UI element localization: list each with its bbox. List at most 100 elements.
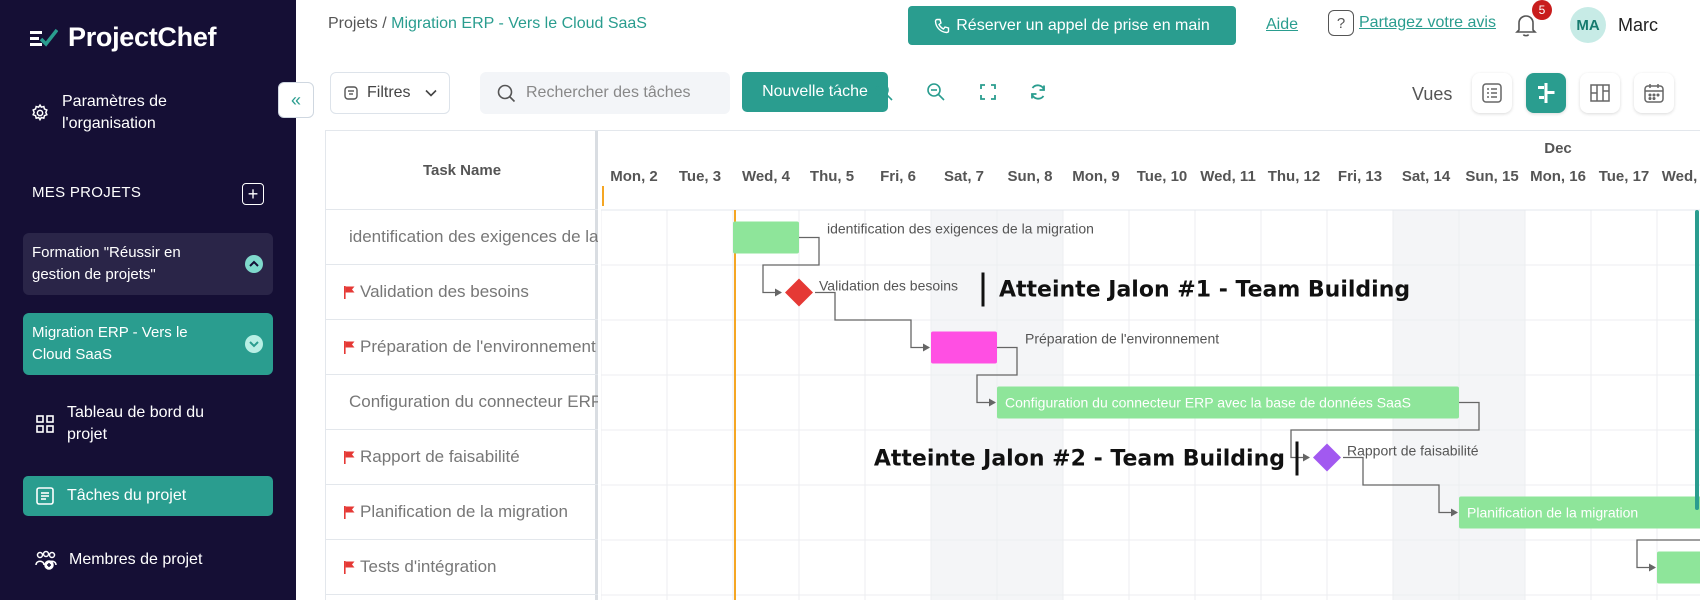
top-header: Projets / Migration ERP - Vers le Cloud … [296, 0, 1700, 55]
add-project-button[interactable]: + [242, 183, 264, 205]
question-bubble-icon: ? [1328, 10, 1354, 36]
gantt-icon [1538, 83, 1555, 103]
logo-text: ProjectChef [68, 22, 217, 52]
day-label: Sun, 15 [1465, 168, 1518, 185]
board-view-button[interactable] [1580, 73, 1620, 113]
logo-icon [30, 28, 58, 47]
day-label: Tue, 17 [1599, 168, 1650, 185]
feedback-label: Partagez votre avis [1359, 14, 1496, 31]
gear-icon [32, 103, 48, 122]
task-name: Configuration du connecteur ERP avec la … [349, 392, 598, 411]
gantt-view-button[interactable] [1526, 73, 1566, 113]
day-label: Sun, 8 [1007, 168, 1052, 185]
breadcrumb-current[interactable]: Migration ERP - Vers le Cloud SaaS [391, 15, 647, 32]
task-list-icon [36, 487, 54, 505]
task-name: Planification de la migration [360, 502, 568, 521]
day-label: Thu, 12 [1268, 168, 1321, 185]
task-name-column-header[interactable]: Task Name [326, 131, 598, 210]
task-name: Rapport de faisabilité [360, 447, 520, 466]
list-icon [1482, 83, 1502, 103]
task-row[interactable]: Préparation de l'environnement [326, 320, 598, 375]
project-card-formation[interactable]: Formation "Réussir en gestion de projets… [23, 233, 273, 295]
nav-label: Tableau de bord du projet [67, 404, 204, 443]
flag-icon [344, 285, 355, 299]
book-onboarding-call-button[interactable]: Réserver un appel de prise en main [908, 6, 1236, 45]
board-icon [1590, 84, 1610, 102]
day-label: Wed, 4 [742, 168, 791, 185]
breadcrumb: Projets / Migration ERP - Vers le Cloud … [328, 15, 647, 33]
nav-project-tasks[interactable]: Tâches du projet [23, 476, 273, 516]
day-label: Sat, 7 [944, 168, 984, 185]
flag-icon [344, 560, 355, 574]
milestone-diamond[interactable] [785, 278, 813, 307]
search-icon [497, 84, 516, 103]
day-label: Tue, 10 [1137, 168, 1188, 185]
collapse-all-icon[interactable] [824, 80, 848, 104]
breadcrumb-root[interactable]: Projets [328, 15, 378, 32]
day-label: Mon, 16 [1530, 168, 1586, 185]
day-label: Wed, 18 [1662, 168, 1700, 185]
zoom-in-icon[interactable] [872, 80, 896, 104]
task-row[interactable]: Validation des besoins [326, 265, 598, 320]
task-name: Tests d'intégration [360, 557, 497, 576]
phone-icon [935, 18, 950, 33]
search-input[interactable] [526, 84, 716, 102]
task-bar-label: Préparation de l'environnement [1025, 331, 1219, 347]
list-view-button[interactable] [1472, 73, 1512, 113]
nav-label: Membres de projet [69, 551, 203, 568]
chevron-down-icon[interactable] [245, 335, 263, 353]
project-title: Migration ERP - Vers le Cloud SaaS [32, 324, 188, 363]
project-card-migration[interactable]: Migration ERP - Vers le Cloud SaaS [23, 313, 273, 375]
dependency-arrow [1649, 563, 1656, 572]
day-label: Mon, 9 [1072, 168, 1120, 185]
fit-to-screen-icon[interactable] [976, 80, 1000, 104]
gantt-toolbar: Filtres Nouvelle tâche Vues [296, 55, 1700, 130]
task-grid: Task Name identification des exigences d… [326, 131, 598, 600]
task-row[interactable]: identification des exigences de la migra… [326, 210, 598, 265]
nav-project-dashboard[interactable]: Tableau de bord du projet [23, 400, 273, 448]
app-root: ProjectChef Paramètres de l'organisation… [0, 0, 1700, 600]
org-settings-link[interactable]: Paramètres de l'organisation [30, 91, 222, 135]
chevron-down-icon [424, 89, 437, 97]
task-row[interactable]: Planification de la migration [326, 485, 598, 540]
task-row[interactable]: Configuration du connecteur ERP avec la … [326, 375, 598, 430]
refresh-icon[interactable] [1026, 80, 1050, 104]
annotation-text: Atteinte Jalon #2 - Team Building [874, 447, 1285, 472]
vertical-scrollbar[interactable] [1695, 210, 1699, 510]
task-name: Validation des besoins [360, 282, 529, 301]
dependency-arrow [775, 288, 782, 297]
avatar[interactable]: MA [1570, 7, 1606, 43]
projects-section-title: MES PROJETS [32, 184, 142, 201]
feedback-link[interactable]: ? Partagez votre avis [1328, 10, 1496, 36]
task-bar-label: Configuration du connecteur ERP avec la … [1005, 395, 1411, 411]
task-row[interactable]: Rapport de faisabilité [326, 430, 598, 485]
filter-label: Filtres [367, 84, 411, 101]
user-name[interactable]: Marc [1618, 15, 1658, 36]
day-label: Tue, 3 [679, 168, 721, 185]
members-icon [35, 550, 57, 570]
task-row[interactable]: Tests d'intégration [326, 540, 598, 595]
nav-project-members[interactable]: Membres de projet [23, 545, 273, 575]
task-bar[interactable] [1657, 551, 1700, 584]
day-label: Mon, 2 [610, 168, 658, 185]
chevron-up-icon[interactable] [245, 255, 263, 273]
calendar-view-button[interactable] [1634, 73, 1674, 113]
project-title: Formation "Réussir en gestion de projets… [32, 244, 181, 283]
day-label: Thu, 5 [810, 168, 854, 185]
cta-label: Réserver un appel de prise en main [956, 16, 1210, 34]
task-bar[interactable] [733, 221, 799, 254]
new-task-button[interactable]: Nouvelle tâche [742, 72, 888, 112]
flag-icon [344, 450, 355, 464]
dependency-arrow [1303, 453, 1310, 462]
day-label: Wed, 11 [1200, 168, 1256, 185]
task-bar[interactable] [931, 331, 997, 364]
zoom-out-icon[interactable] [924, 80, 948, 104]
milestone-diamond[interactable] [1313, 443, 1341, 472]
filter-button[interactable]: Filtres [330, 72, 450, 114]
logo[interactable]: ProjectChef [30, 22, 217, 53]
collapse-sidebar-button[interactable]: « [278, 82, 314, 118]
milestone-label: Rapport de faisabilité [1347, 443, 1479, 459]
search-box[interactable] [480, 72, 730, 114]
help-link[interactable]: Aide [1266, 16, 1298, 34]
day-label: Sat, 14 [1402, 168, 1451, 185]
